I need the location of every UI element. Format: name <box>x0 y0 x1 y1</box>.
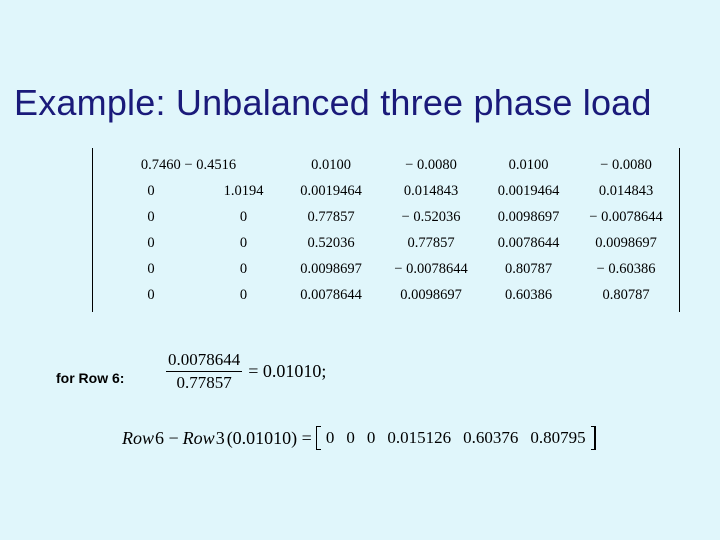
matrix-cell: 0.60386 <box>481 287 576 304</box>
matrix-cell: 0.0098697 <box>576 235 676 252</box>
matrix-body: 0.7460 − 0.4516 0.0100 − 0.0080 0.0100 −… <box>92 148 680 312</box>
matrix-cell: 0.0078644 <box>481 235 576 252</box>
matrix-cell: 0 <box>206 287 281 304</box>
vector-cell: 0.015126 <box>387 428 451 448</box>
matrix-cell: 0.0100 <box>481 157 576 174</box>
matrix-cell: 0 <box>96 287 206 304</box>
vector-cell: 0.60376 <box>463 428 518 448</box>
matrix-cell: 0.80787 <box>481 261 576 278</box>
matrix-cell: 0.0098697 <box>381 287 481 304</box>
expr-row6-a2: 6 − <box>155 428 179 449</box>
fraction-result: = 0.01010; <box>248 361 326 382</box>
matrix-cell: 0.52036 <box>281 235 381 252</box>
matrix-cell: 0.0019464 <box>481 183 576 200</box>
matrix-cell: 0.0100 <box>281 157 381 174</box>
matrix-cell: 0 <box>96 261 206 278</box>
expr-row3-b2: 3 <box>216 428 225 449</box>
fraction: 0.0078644 0.77857 <box>166 350 242 392</box>
matrix-cell: − 0.52036 <box>381 209 481 226</box>
matrix-cell: 0 <box>96 183 206 200</box>
fraction-denominator: 0.77857 <box>175 373 234 393</box>
matrix-cell: 0.0019464 <box>281 183 381 200</box>
matrix: 0.7460 − 0.4516 0.0100 − 0.0080 0.0100 −… <box>92 148 640 312</box>
matrix-cell: 0.014843 <box>576 183 676 200</box>
matrix-cell: − 0.0080 <box>381 157 481 174</box>
row6-fraction: 0.0078644 0.77857 = 0.01010; <box>166 350 326 392</box>
result-vector: 0 0 0 0.015126 0.60376 0.80795 <box>316 426 596 450</box>
left-bracket-icon <box>316 426 321 450</box>
matrix-cell: 0.0098697 <box>281 261 381 278</box>
vector-cell: 0 <box>346 428 355 448</box>
matrix-cell: 0.014843 <box>381 183 481 200</box>
matrix-cell: 0.7460 − 0.4516 <box>96 157 281 174</box>
matrix-cell: 0 <box>206 261 281 278</box>
matrix-cell: 0.80787 <box>576 287 676 304</box>
matrix-cell: 0.0098697 <box>481 209 576 226</box>
expr-row6-a: Row <box>122 428 154 449</box>
expr-factor: (0.01010) = <box>227 428 312 449</box>
matrix-cell: − 0.0080 <box>576 157 676 174</box>
vector-cell: 0 <box>326 428 335 448</box>
slide-title: Example: Unbalanced three phase load <box>14 82 652 124</box>
matrix-cell: 0 <box>96 235 206 252</box>
row-operation: Row 6 − Row 3 (0.01010) = 0 0 0 0.015126… <box>122 426 596 450</box>
matrix-cell: 1.0194 <box>206 183 281 200</box>
expr-row3-b: Row <box>183 428 215 449</box>
right-bracket-icon <box>591 426 596 450</box>
matrix-cell: − 0.0078644 <box>576 209 676 226</box>
matrix-cell: 0.0078644 <box>281 287 381 304</box>
slide: Example: Unbalanced three phase load 0.7… <box>0 0 720 540</box>
vector-cell: 0 <box>367 428 376 448</box>
matrix-cell: 0 <box>206 209 281 226</box>
matrix-cell: 0.77857 <box>381 235 481 252</box>
fraction-bar-icon <box>166 371 242 372</box>
fraction-numerator: 0.0078644 <box>166 350 242 370</box>
row6-label: for Row 6: <box>56 370 124 386</box>
matrix-cell: 0 <box>206 235 281 252</box>
matrix-cell: 0.77857 <box>281 209 381 226</box>
matrix-cell: − 0.60386 <box>576 261 676 278</box>
matrix-cell: 0 <box>96 209 206 226</box>
vector-cell: 0.80795 <box>530 428 585 448</box>
matrix-cell: − 0.0078644 <box>381 261 481 278</box>
